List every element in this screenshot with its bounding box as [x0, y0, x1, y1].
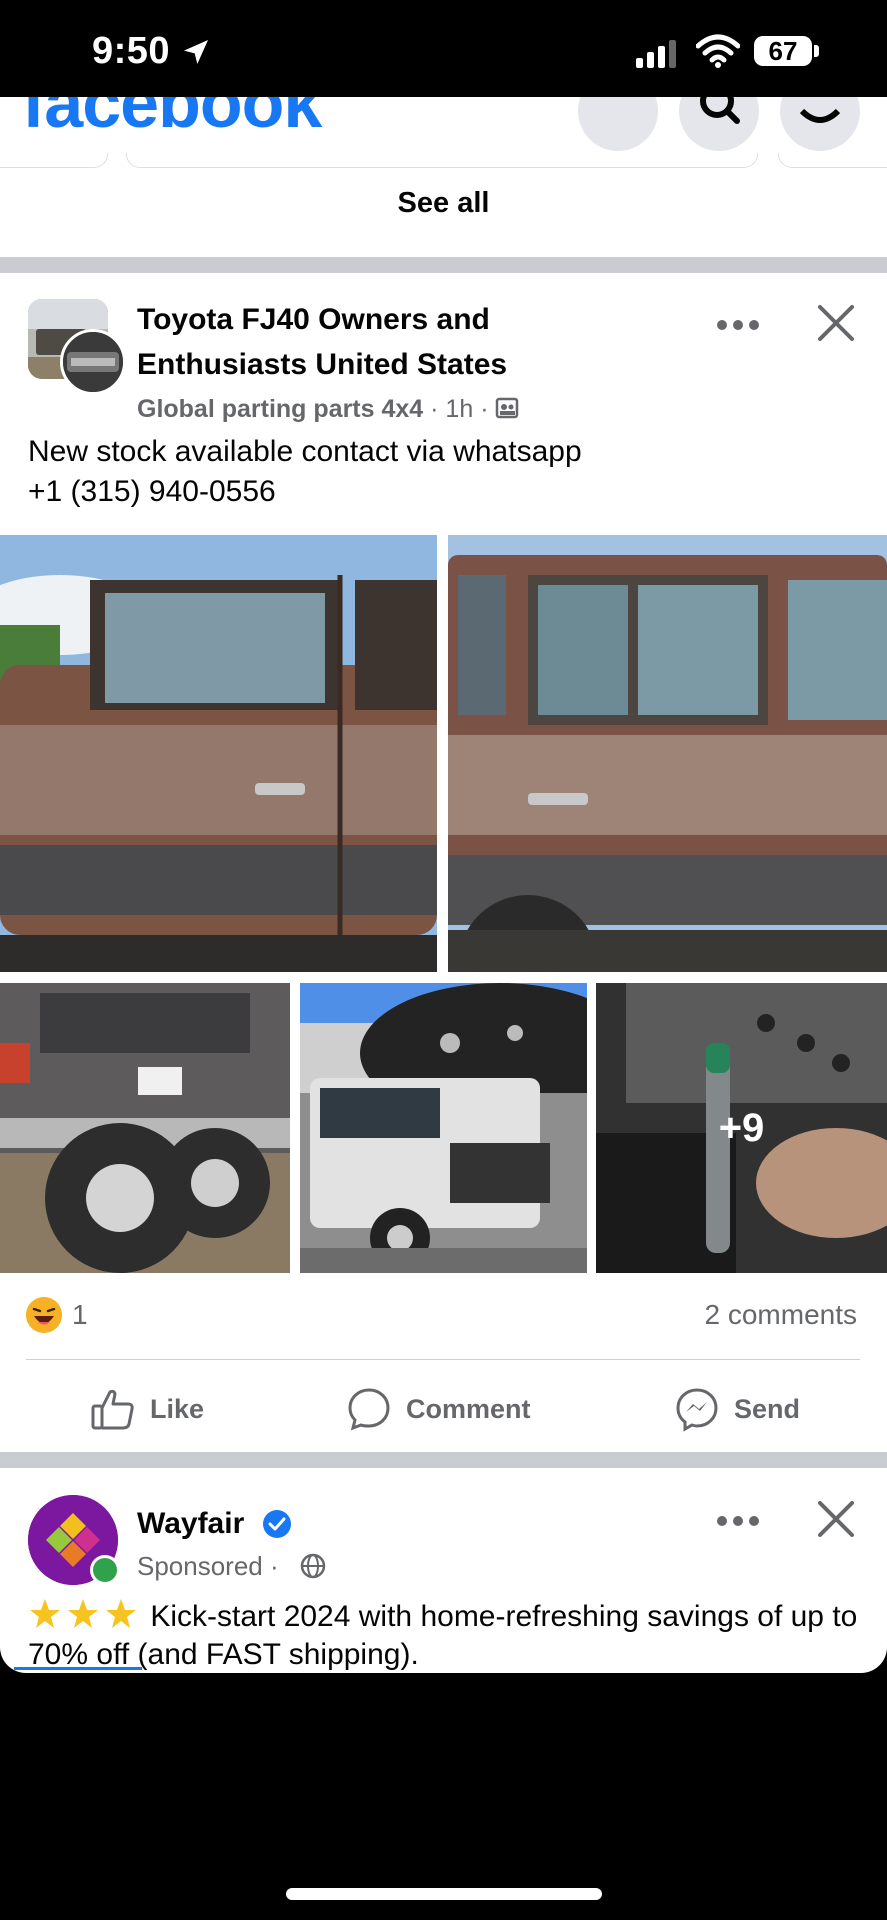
post-photo[interactable] — [0, 535, 437, 972]
glowing-star-emoji-icon — [68, 1599, 98, 1628]
location-arrow-icon — [184, 40, 208, 64]
rusty-truck-door-photo — [0, 535, 437, 972]
white-fj-mural-photo — [300, 983, 587, 1273]
like-button[interactable]: Like — [90, 1384, 204, 1434]
meta-separator: · — [480, 395, 496, 423]
sponsored-label[interactable]: Sponsored — [137, 1551, 263, 1581]
globe-icon — [300, 1553, 326, 1579]
comment-button[interactable]: Comment — [346, 1384, 531, 1434]
create-post-button[interactable] — [578, 97, 658, 151]
post-phone-number[interactable]: +1 (315) 940-0556 — [28, 472, 858, 512]
haha-reaction-icon — [26, 1297, 62, 1333]
more-options-icon[interactable] — [716, 319, 760, 331]
story-card[interactable] — [126, 153, 758, 168]
meta-separator: · — [430, 395, 446, 423]
like-icon — [91, 1389, 134, 1430]
glowing-star-emoji-icon — [106, 1599, 136, 1628]
link-progress-bar — [14, 1667, 142, 1670]
messenger-icon — [799, 108, 841, 123]
like-label: Like — [150, 1393, 205, 1424]
search-icon — [700, 97, 740, 124]
post-photo[interactable] — [0, 983, 290, 1273]
group-name-link[interactable]: Toyota FJ40 Owners and Enthusiasts Unite… — [137, 297, 557, 387]
home-indicator[interactable] — [286, 1888, 602, 1900]
post-meta: Global parting parts 4x4 · 1h · — [137, 395, 519, 424]
facebook-logo[interactable]: facebook — [22, 97, 322, 143]
post-photo[interactable] — [300, 983, 587, 1273]
verified-badge-icon — [263, 1510, 291, 1538]
post-photo-more[interactable]: +9 — [596, 983, 887, 1273]
status-time: 9:50 — [92, 30, 171, 72]
feed-divider — [0, 257, 887, 273]
glowing-star-emoji-icon — [30, 1599, 60, 1628]
post-text: New stock available contact via whatsapp… — [28, 432, 858, 512]
group-privacy-icon — [496, 397, 519, 419]
facebook-app: facebook See all Toyota FJ40 Owners and … — [0, 97, 887, 1673]
more-options-icon[interactable] — [716, 1515, 760, 1527]
send-button[interactable]: Send — [674, 1384, 800, 1434]
status-bar: 9:50 67 — [0, 0, 887, 98]
story-card[interactable] — [0, 153, 108, 168]
cellular-signal-icon — [636, 40, 676, 68]
rusty-truck-side-photo — [448, 535, 887, 972]
send-label: Send — [734, 1393, 801, 1424]
comments-count-link[interactable]: 2 comments — [705, 1299, 858, 1331]
messenger-send-icon — [676, 1388, 718, 1432]
messenger-button[interactable] — [780, 97, 860, 151]
truck-rear-photo — [0, 983, 290, 1273]
advertiser-name-link[interactable]: Wayfair — [137, 1507, 244, 1541]
comment-icon — [348, 1388, 390, 1431]
story-card[interactable] — [778, 153, 887, 168]
post-author-link[interactable]: Global parting parts 4x4 — [137, 395, 423, 423]
post-time[interactable]: 1h — [445, 395, 473, 423]
ad-text-body: Kick-start 2024 with home-refreshing sav… — [28, 1600, 858, 1671]
wifi-icon — [696, 34, 740, 68]
ad-text: Kick-start 2024 with home-refreshing sav… — [28, 1597, 868, 1673]
post-photo[interactable] — [448, 535, 887, 972]
comment-label: Comment — [406, 1393, 531, 1424]
reaction-count: 1 — [72, 1299, 88, 1330]
see-all-stories-button[interactable]: See all — [0, 187, 887, 220]
author-avatar[interactable] — [60, 329, 126, 395]
ad-meta: Sponsored · — [137, 1551, 279, 1581]
feed-divider — [0, 1452, 887, 1468]
post-text-line: New stock available contact via whatsapp — [28, 435, 582, 468]
battery-indicator: 67 — [754, 36, 812, 66]
action-divider — [26, 1359, 860, 1360]
close-icon[interactable] — [816, 1499, 856, 1539]
search-button[interactable] — [679, 97, 759, 151]
close-icon[interactable] — [816, 303, 856, 343]
stories-row — [0, 153, 887, 169]
battery-tip — [814, 45, 819, 57]
more-photos-count[interactable]: +9 — [596, 983, 887, 1273]
author-avatar-image — [63, 332, 123, 392]
online-status-dot — [90, 1555, 120, 1585]
